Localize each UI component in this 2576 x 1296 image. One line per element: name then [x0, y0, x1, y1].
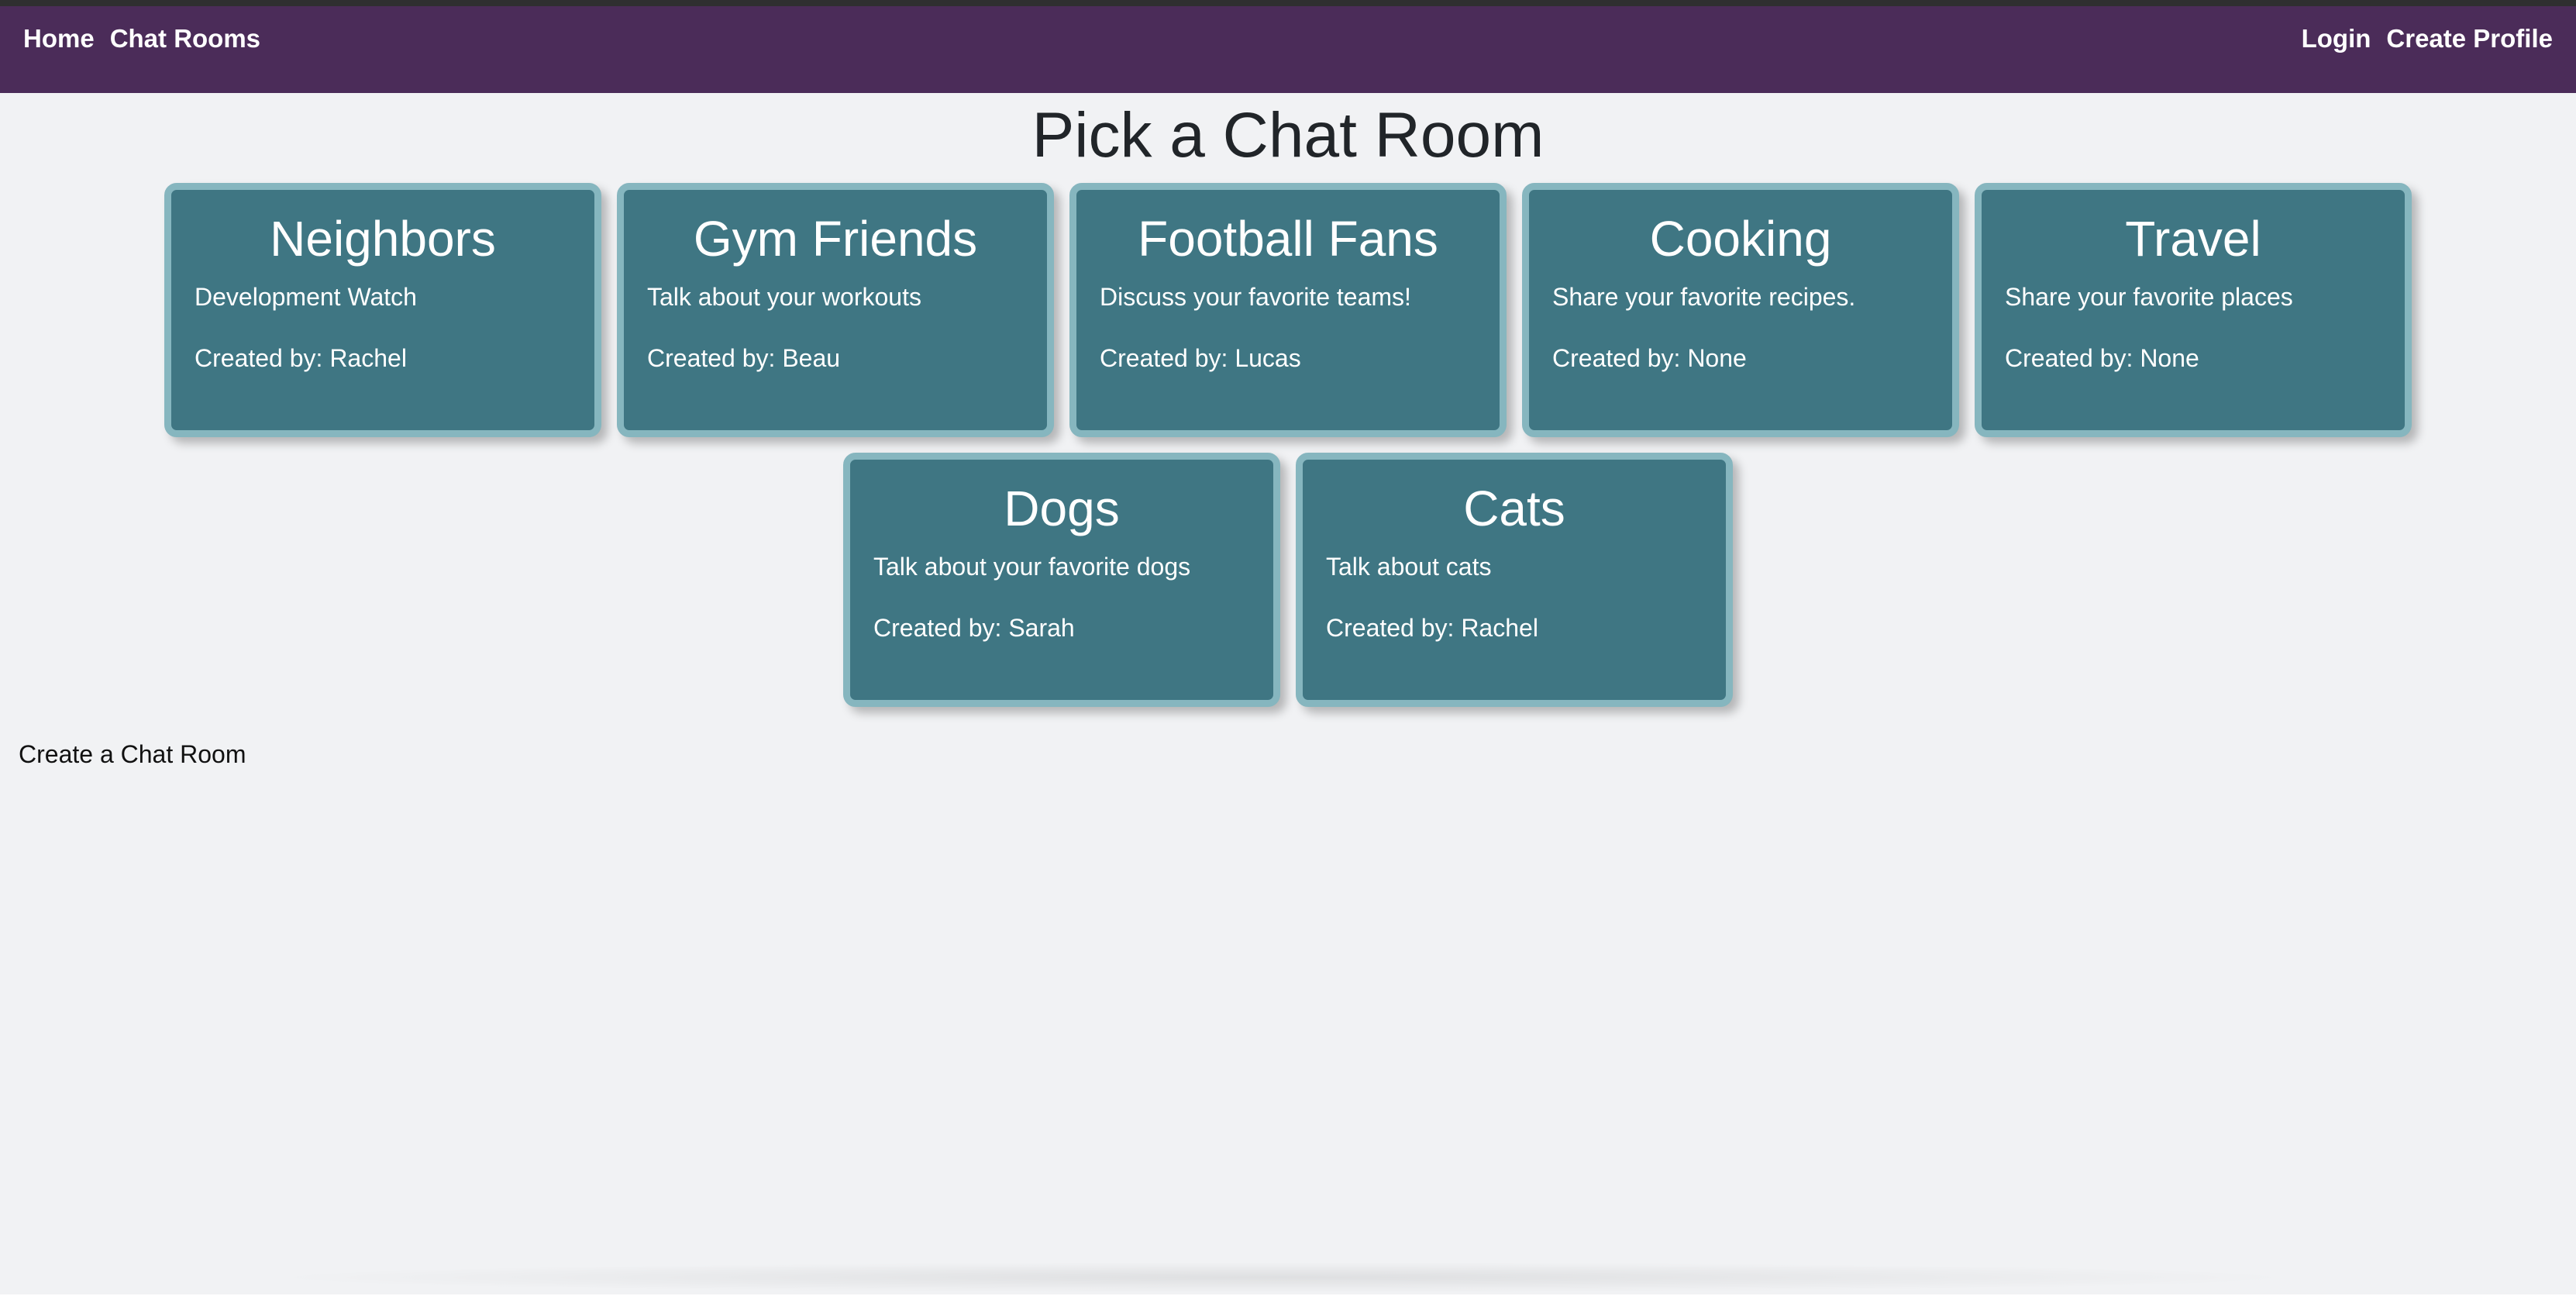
- room-creator: Created by: Sarah: [873, 613, 1075, 642]
- room-description: Discuss your favorite teams!: [1100, 283, 1411, 312]
- room-creator: Created by: Beau: [647, 343, 841, 372]
- chat-room-card-cats[interactable]: Cats Talk about cats Created by: Rachel: [1296, 453, 1733, 708]
- chat-room-card-travel[interactable]: Travel Share your favorite places Create…: [1975, 183, 2412, 438]
- chat-room-card-gym-friends[interactable]: Gym Friends Talk about your workouts Cre…: [617, 183, 1054, 438]
- bottom-shadow: [256, 1262, 2309, 1293]
- chat-room-grid: Neighbors Development Watch Created by: …: [155, 183, 2422, 708]
- chat-room-card-dogs[interactable]: Dogs Talk about your favorite dogs Creat…: [843, 453, 1280, 708]
- room-description: Development Watch: [195, 283, 417, 312]
- nav-chat-rooms-link[interactable]: Chat Rooms: [110, 23, 260, 54]
- room-description: Talk about your workouts: [647, 283, 921, 312]
- chat-room-card-neighbors[interactable]: Neighbors Development Watch Created by: …: [164, 183, 601, 438]
- nav-login-link[interactable]: Login: [2302, 23, 2371, 54]
- room-creator: Created by: None: [1552, 343, 1747, 372]
- room-name: Gym Friends: [693, 211, 978, 267]
- nav-create-profile-link[interactable]: Create Profile: [2386, 23, 2553, 54]
- room-name: Dogs: [1004, 481, 1120, 537]
- room-description: Talk about cats: [1326, 553, 1492, 581]
- room-name: Neighbors: [270, 211, 496, 267]
- nav-right: Login Create Profile: [2302, 6, 2553, 54]
- room-creator: Created by: None: [2005, 343, 2199, 372]
- nav-left: Home Chat Rooms: [23, 6, 260, 54]
- room-name: Cats: [1463, 481, 1565, 537]
- room-description: Talk about your favorite dogs: [873, 553, 1191, 581]
- room-creator: Created by: Rachel: [1326, 613, 1538, 642]
- room-description: Share your favorite recipes.: [1552, 283, 1856, 312]
- room-description: Share your favorite places: [2005, 283, 2293, 312]
- room-name: Travel: [2125, 211, 2261, 267]
- room-name: Football Fans: [1138, 211, 1438, 267]
- navbar: Home Chat Rooms Login Create Profile: [0, 6, 2576, 93]
- chat-room-card-cooking[interactable]: Cooking Share your favorite recipes. Cre…: [1522, 183, 1959, 438]
- room-name: Cooking: [1649, 211, 1832, 267]
- create-chat-room-link[interactable]: Create a Chat Room: [19, 740, 246, 769]
- browser-top-edge: [0, 0, 2576, 6]
- chat-room-card-football-fans[interactable]: Football Fans Discuss your favorite team…: [1069, 183, 1507, 438]
- room-creator: Created by: Lucas: [1100, 343, 1301, 372]
- room-creator: Created by: Rachel: [195, 343, 407, 372]
- page-title: Pick a Chat Room: [1031, 100, 1545, 171]
- nav-home-link[interactable]: Home: [23, 23, 95, 54]
